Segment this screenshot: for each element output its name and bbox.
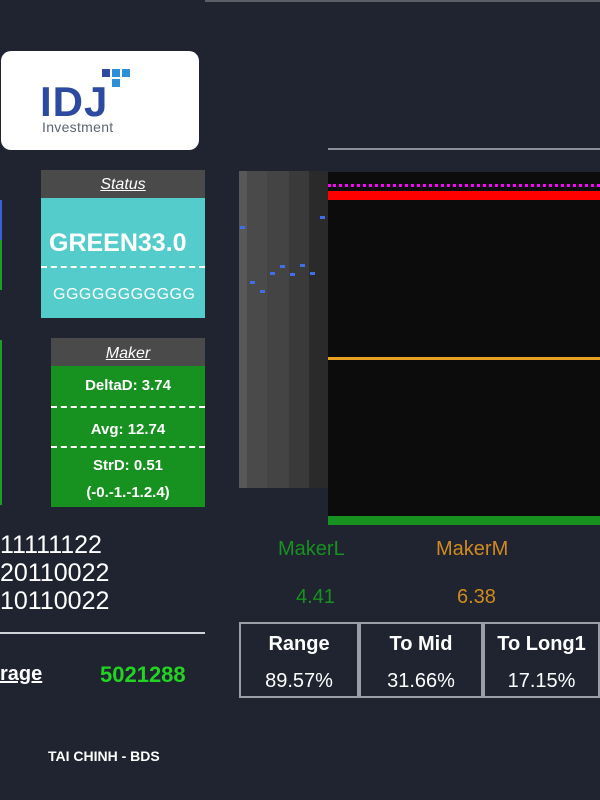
gauge-stripe: [247, 171, 267, 488]
logo-square: [102, 69, 110, 77]
stat-value: 17.15%: [507, 670, 576, 692]
stat-value: 89.57%: [265, 670, 333, 692]
price-tick: [280, 265, 285, 268]
gauge-stripe: [267, 171, 289, 488]
stat-label: Range: [268, 633, 330, 655]
logo-square: [122, 69, 130, 77]
sector-label: TAI CHINH - BDS: [48, 748, 160, 764]
gauge-stripe: [289, 171, 309, 488]
makerM-label: MakerM: [436, 538, 509, 560]
price-tick: [250, 281, 255, 284]
price-tick: [260, 290, 265, 293]
average-divider: [0, 632, 205, 634]
magenta-dotted-line: [328, 184, 600, 187]
makerL-label: MakerL: [278, 538, 345, 560]
status-title: Status: [41, 170, 205, 198]
company-logo: IDJ Investment: [1, 51, 199, 150]
makerL-value: 4.41: [296, 586, 335, 608]
stat-to-mid: To Mid 31.66%: [359, 622, 483, 698]
gauge-stripe: [239, 171, 247, 488]
status-signal-string: GGGGGGGGGGG: [53, 286, 196, 303]
stat-label: To Mid: [389, 633, 453, 655]
status-panel: GREEN33.0 GGGGGGGGGGG: [41, 198, 205, 318]
price-chart: [328, 172, 600, 525]
status-divider: [41, 266, 205, 268]
logo-square: [112, 69, 120, 77]
left-edge-indicator: [0, 240, 2, 290]
maker-avg: Avg: 12.74: [90, 421, 166, 438]
stat-to-long1: To Long1 17.15%: [483, 622, 600, 698]
stat-label: To Long1: [497, 633, 586, 655]
average-value: 5021288: [100, 662, 186, 687]
red-level-line: [328, 191, 600, 200]
price-tick: [300, 264, 305, 267]
logo-text: Investment: [42, 119, 114, 135]
maker-title: Maker: [51, 338, 205, 366]
green-level-bar: [328, 516, 600, 525]
maker-range: (-0.-1.-1.2.4): [86, 484, 170, 501]
price-tick: [310, 272, 315, 275]
logo-mark: IDJ: [40, 78, 109, 125]
stat-range: Range 89.57%: [239, 622, 359, 698]
average-label: rage: [0, 663, 43, 685]
code-line: 10110022: [0, 587, 110, 615]
price-tick: [240, 226, 245, 229]
makerM-value: 6.38: [457, 586, 496, 608]
maker-delta: DeltaD: 3.74: [85, 377, 171, 394]
price-tick: [320, 216, 325, 219]
maker-divider: [51, 406, 205, 408]
maker-strd: StrD: 0.51: [92, 457, 164, 474]
maker-panel: DeltaD: 3.74 Avg: 12.74 StrD: 0.51 (-0.-…: [51, 366, 205, 507]
code-line: 11111122: [0, 531, 102, 559]
stat-value: 31.66%: [387, 670, 455, 692]
left-edge-indicator: [0, 200, 2, 240]
gauge-stripe: [309, 171, 328, 488]
price-tick: [270, 272, 275, 275]
left-edge-indicator: [0, 340, 2, 505]
orange-level-line: [328, 357, 600, 360]
maker-divider: [51, 446, 205, 448]
top-divider: [205, 0, 600, 2]
code-line: 20110022: [0, 559, 110, 587]
status-value: GREEN33.0: [49, 229, 187, 257]
price-tick: [290, 273, 295, 276]
chart-top-divider: [328, 148, 600, 150]
logo-square: [112, 79, 120, 87]
